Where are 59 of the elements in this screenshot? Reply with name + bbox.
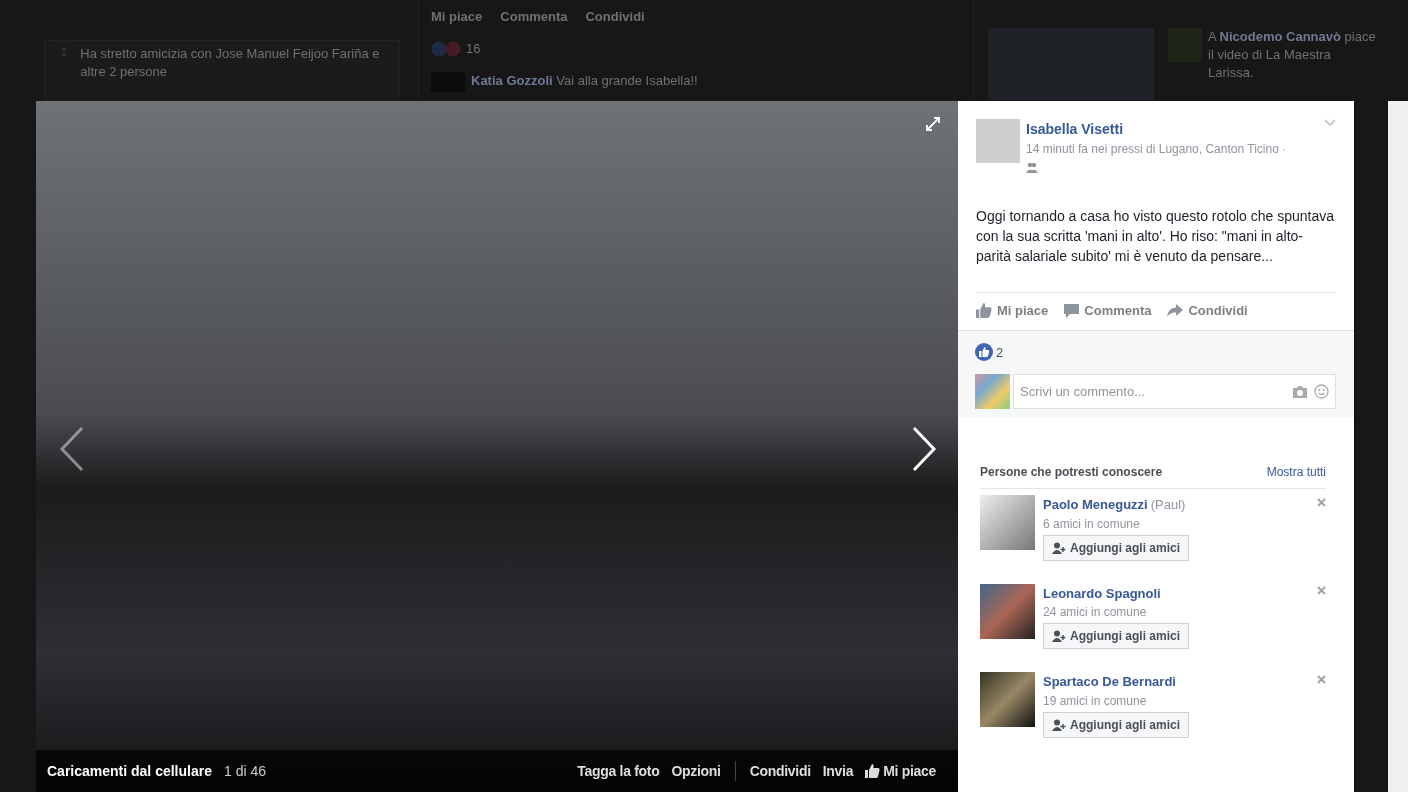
close-button[interactable] [1317, 672, 1326, 684]
friends-icon [1026, 162, 1038, 174]
suggestions-title: Persone che potresti conoscere [980, 464, 1163, 481]
add-friend-button[interactable]: Aggiungi agli amici [1043, 711, 1189, 738]
scrollbar[interactable] [1388, 101, 1408, 792]
post-meta: 14 minuti fa nei pressi di Lugano, Canton Ticino · [1026, 141, 1288, 158]
speech-bubble-icon [1064, 303, 1080, 318]
post-action-link[interactable]: Commenta [500, 8, 568, 26]
viewer-action[interactable]: Mi piace [859, 760, 942, 782]
activity-text: Ha stretto amicizia con Jose Manuel Feijoo Fariña e altre 2 persone [80, 45, 381, 81]
like-count: 2 [996, 343, 1004, 362]
chevron-down-icon[interactable] [1324, 119, 1336, 127]
comment-box[interactable]: Scrivi un commento... [1013, 374, 1336, 409]
comment-text: Katia Gozzoli Vai alla grande Isabella!! [471, 72, 698, 90]
ticker-text: A Nicodemo Cannavò piace il video di La Maestra Larissa. [1208, 28, 1377, 82]
person-name[interactable]: Leonardo Spagnoli [1043, 583, 1161, 603]
previous-button[interactable] [58, 426, 86, 472]
post-action[interactable]: Condividi [1167, 301, 1248, 321]
show-all-link[interactable]: Mostra tutti [1266, 463, 1326, 481]
person-name[interactable]: Paolo Meneguzzi [1043, 495, 1148, 515]
person-alias: (Paul) [1150, 496, 1186, 514]
post-text: Oggi tornando a casa ho visto questo rotolo che spuntava con la sua scritta 'mani in alto'. Ho riso: "mani in alto-parità salariale subito' mi è venuto da pensare... [976, 207, 1335, 266]
camera-icon[interactable] [1292, 385, 1308, 398]
add-friend-button[interactable]: Aggiungi agli amici [1043, 534, 1189, 561]
photo-counter: 1 di 46 [223, 761, 266, 781]
close-button[interactable] [1317, 583, 1326, 596]
reaction-count: 16 [466, 40, 481, 58]
viewer-action[interactable]: Condividi [743, 760, 817, 782]
profile-photo [980, 672, 1035, 727]
share-arrow-icon [1167, 304, 1184, 318]
viewer-action[interactable]: Invia [816, 760, 860, 782]
add-friend-button[interactable]: Aggiungi agli amici [1043, 623, 1189, 649]
add-person-icon [1052, 541, 1066, 554]
thumbs-up-icon [976, 303, 992, 319]
add-person-icon [1052, 630, 1066, 642]
user-avatar [975, 374, 1010, 409]
mutual-friends: 24 amici in comune [1043, 604, 1148, 621]
mutual-friends: 6 amici in comune [1043, 515, 1141, 533]
post-action[interactable]: Mi piace [976, 301, 1049, 321]
post-action[interactable]: Commenta [1064, 301, 1152, 321]
profile-photo [980, 495, 1035, 550]
avatar [976, 119, 1020, 163]
viewer-action[interactable]: Tagga la foto [571, 760, 666, 782]
album-title: Caricamenti dal cellulare [47, 761, 212, 781]
post-action-link[interactable]: Mi piace [431, 8, 483, 26]
expand-icon[interactable] [926, 117, 940, 131]
close-button[interactable] [1317, 495, 1326, 507]
emoji-icon[interactable] [1314, 384, 1329, 399]
person-name[interactable]: Spartaco De Bernardi [1043, 672, 1176, 692]
add-person-icon [1052, 718, 1066, 731]
next-button[interactable] [910, 426, 938, 472]
post-action-link[interactable]: Condividi [585, 8, 645, 26]
like-reaction-icon [975, 343, 993, 362]
mutual-friends: 19 amici in comune [1043, 692, 1148, 710]
profile-photo [980, 583, 1035, 639]
viewer-action[interactable]: Opzioni [665, 760, 727, 782]
reactions-icon [431, 41, 463, 57]
thumbs-up-icon [865, 764, 881, 778]
author-name[interactable]: Isabella Visetti [1026, 119, 1123, 140]
